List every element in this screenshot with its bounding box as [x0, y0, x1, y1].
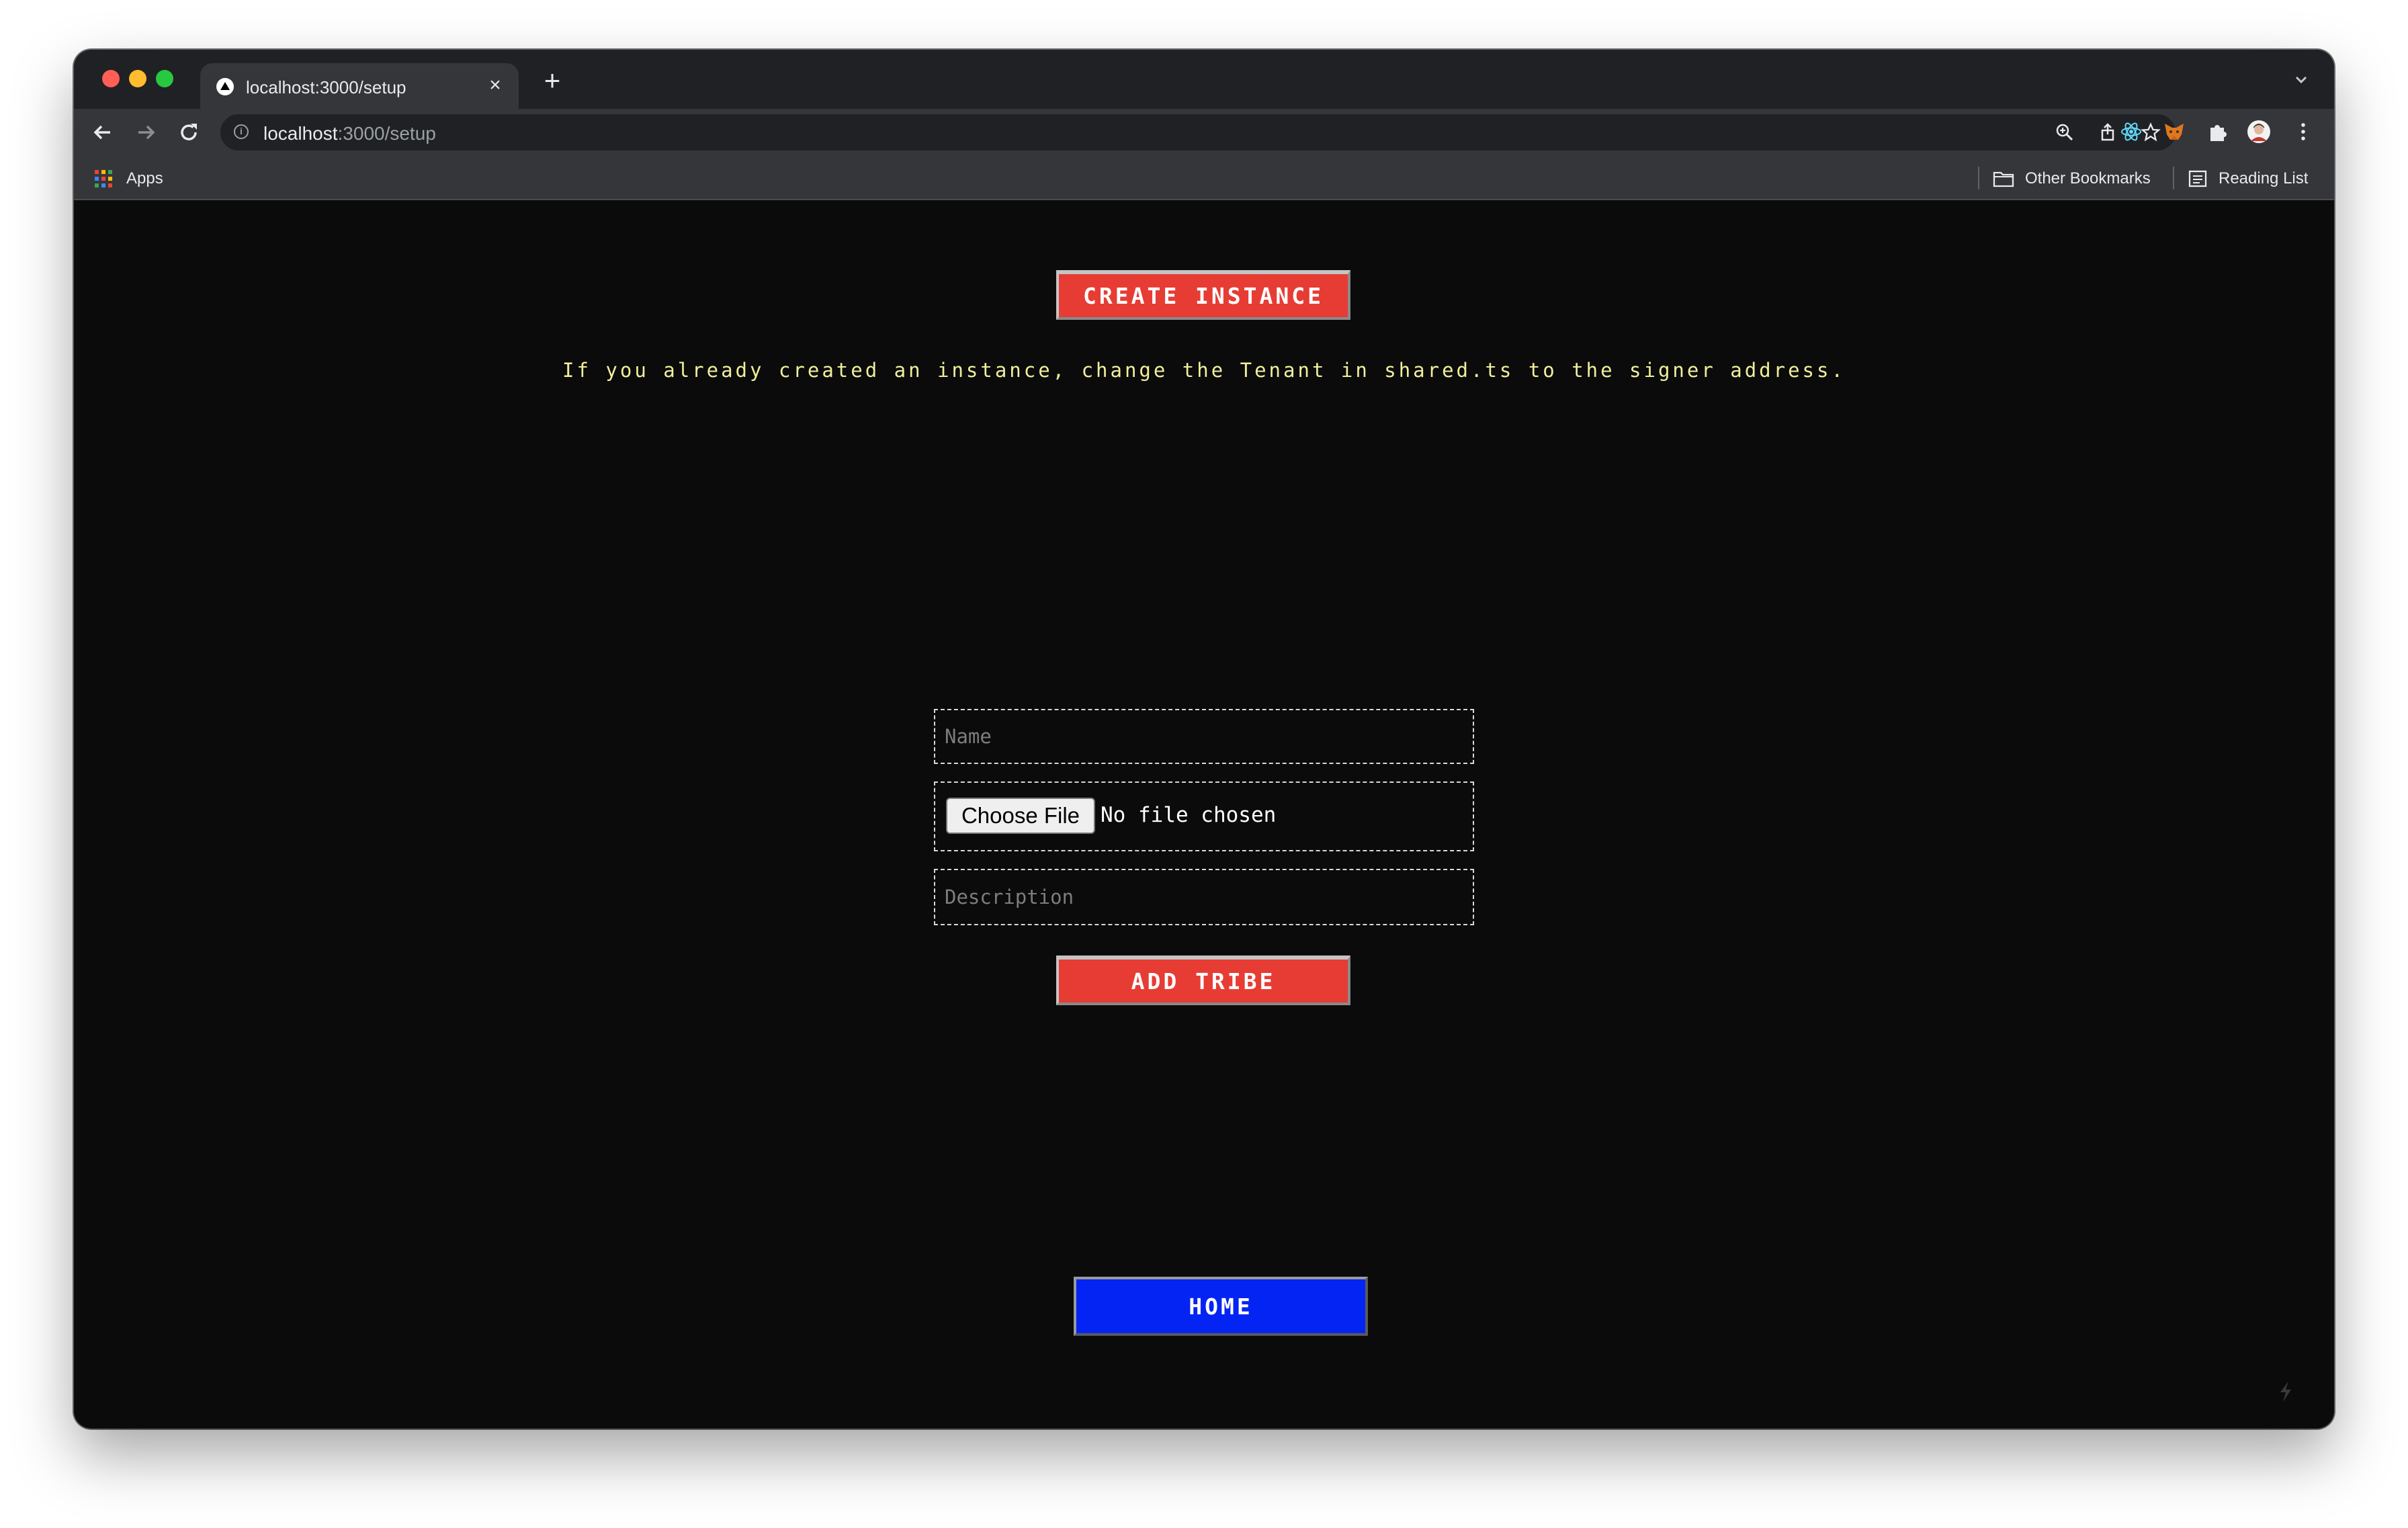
react-devtools-extension-icon[interactable] [2119, 120, 2143, 144]
home-button[interactable]: HOME [1074, 1277, 1368, 1336]
forward-arrow-icon[interactable] [132, 118, 160, 146]
reading-list-icon [2188, 170, 2207, 187]
favicon-icon [216, 78, 234, 95]
name-field-container [934, 709, 1474, 764]
browser-window: localhost:3000/setup × + i localhost:300… [74, 50, 2334, 1429]
browser-toolbar: i localhost:3000/setup [74, 109, 2334, 156]
profile-avatar[interactable] [2247, 120, 2271, 144]
address-host: localhost [263, 123, 338, 144]
folder-icon [1993, 171, 2014, 187]
new-tab-button[interactable]: + [538, 66, 567, 95]
extensions-puzzle-icon[interactable] [2205, 120, 2229, 144]
name-input[interactable] [935, 710, 1473, 763]
bookmark-star-icon[interactable] [2141, 122, 2161, 142]
maximize-window-button[interactable] [156, 70, 173, 87]
tab-setup[interactable]: localhost:3000/setup × [200, 63, 519, 109]
bookmarks-divider [2173, 167, 2174, 189]
file-status: No file chosen [1101, 803, 1277, 827]
more-menu-icon[interactable] [2291, 120, 2315, 144]
address-bar[interactable]: i localhost:3000/setup [220, 114, 2176, 151]
tab-strip: localhost:3000/setup × + [74, 50, 2334, 109]
description-input[interactable] [935, 870, 1473, 924]
close-window-button[interactable] [102, 70, 120, 87]
metamask-extension-icon[interactable] [2162, 120, 2186, 144]
instance-notice: If you already created an instance, chan… [562, 359, 1846, 382]
minimize-window-button[interactable] [129, 70, 146, 87]
bookmark-reading-list[interactable]: Reading List [2219, 169, 2308, 188]
description-field-container [934, 869, 1474, 925]
choose-file-button[interactable]: Choose File [946, 798, 1095, 834]
tab-title: localhost:3000/setup [246, 77, 406, 97]
bookmark-other-bookmarks[interactable]: Other Bookmarks [2025, 169, 2151, 188]
tab-search-chevron-icon[interactable] [2291, 70, 2311, 90]
dev-indicator-icon[interactable] [2276, 1380, 2295, 1403]
apps-grid-icon[interactable] [94, 169, 113, 188]
file-field-container: Choose File No file chosen [934, 781, 1474, 851]
close-tab-icon[interactable]: × [484, 74, 507, 97]
add-tribe-button[interactable]: ADD TRIBE [1056, 956, 1350, 1005]
bookmark-apps[interactable]: Apps [126, 169, 163, 188]
zoom-icon[interactable] [2055, 122, 2075, 142]
address-url[interactable]: localhost:3000/setup [263, 123, 436, 144]
page-content: CREATE INSTANCE If you already created a… [74, 200, 2334, 1429]
share-icon[interactable] [2098, 122, 2118, 142]
site-info-icon[interactable]: i [234, 124, 249, 139]
bookmarks-divider [1978, 167, 1979, 189]
back-arrow-icon[interactable] [89, 118, 117, 146]
reload-icon[interactable] [175, 118, 203, 146]
create-instance-button[interactable]: CREATE INSTANCE [1056, 270, 1350, 320]
address-path: :3000/setup [337, 123, 436, 144]
bookmarks-bar: Apps Other Bookmarks Reading List [74, 156, 2334, 200]
